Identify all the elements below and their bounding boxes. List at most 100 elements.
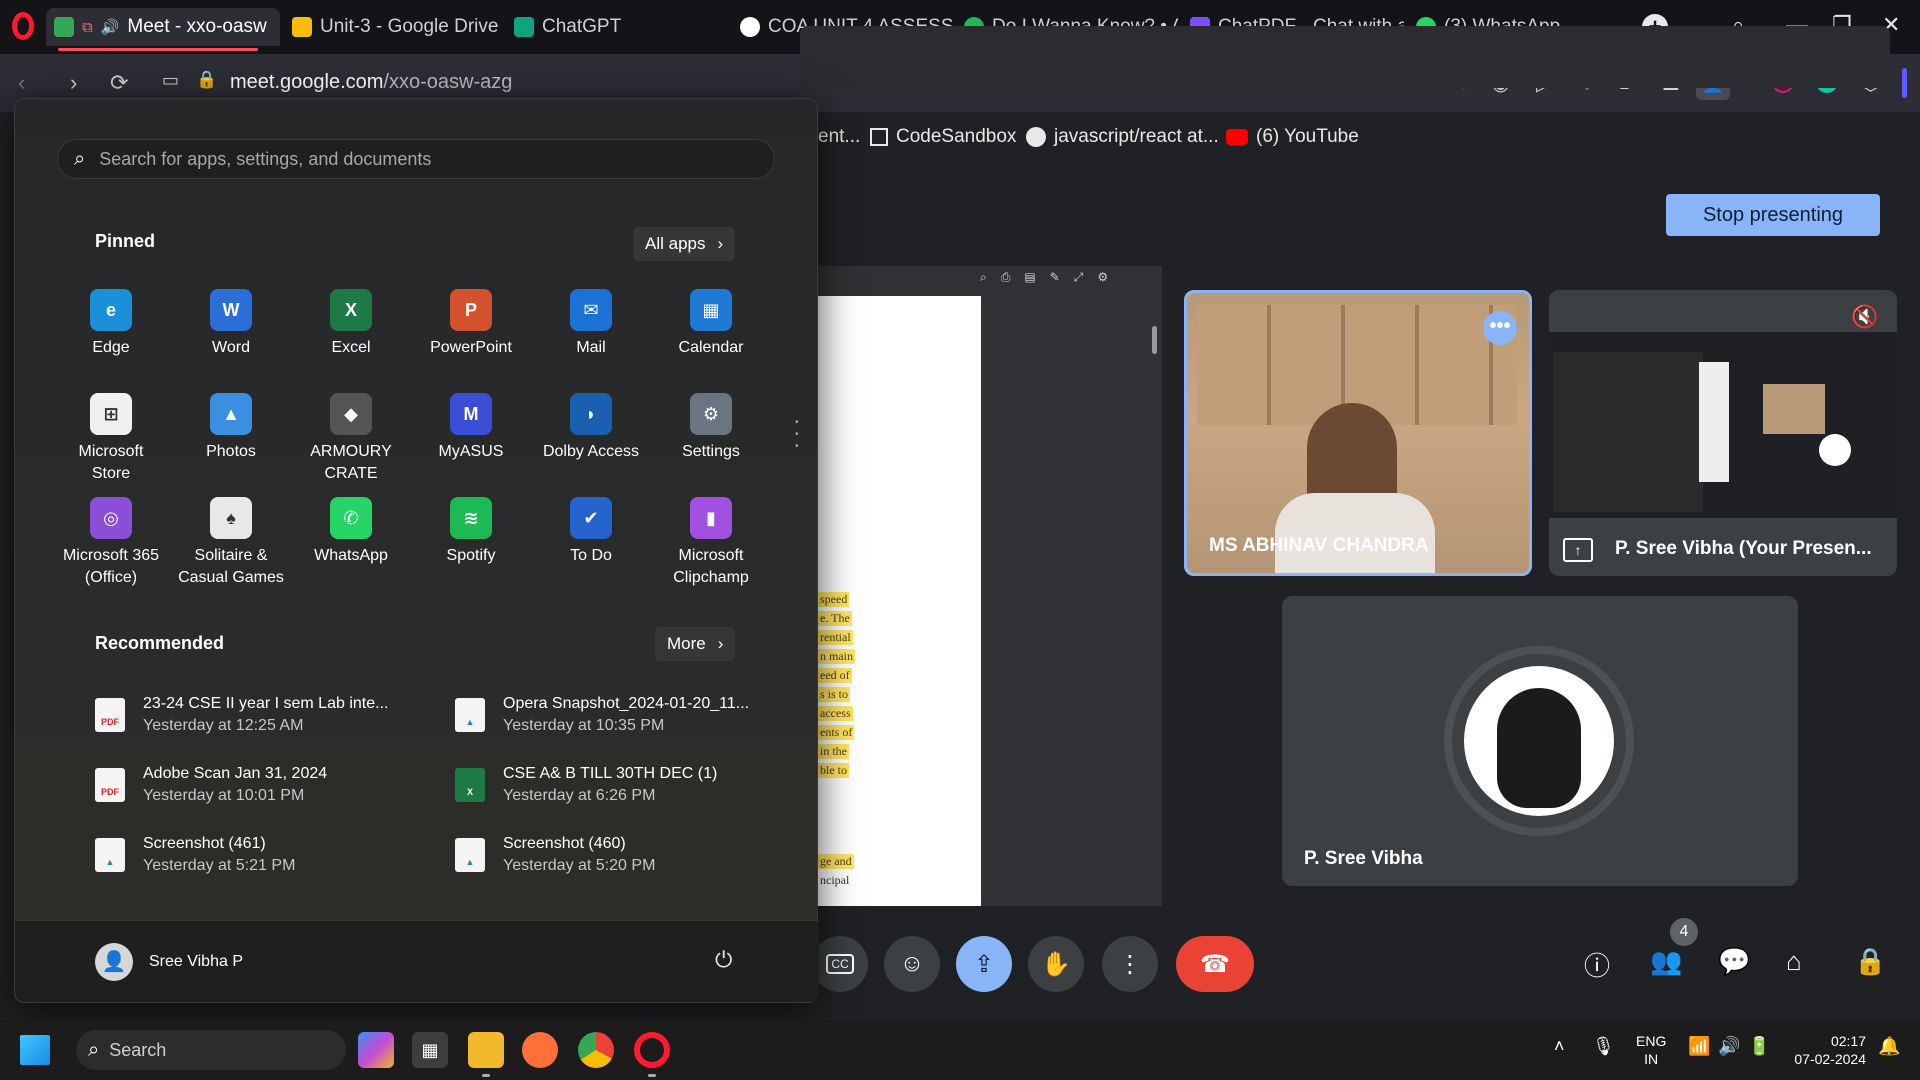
url-field[interactable]: meet.google.com/xxo-oasw-azg [230, 71, 512, 94]
pinned-app-excel[interactable]: X Excel [293, 289, 409, 359]
globe-favicon-icon [740, 17, 760, 37]
pinned-app-spotify[interactable]: ≋ Spotify [413, 497, 529, 567]
speaker-icon[interactable]: 🔊 [101, 18, 120, 36]
camera-access-icon[interactable]: ▭ [162, 70, 179, 91]
spotify-icon: ≋ [450, 497, 492, 539]
copilot-icon[interactable] [358, 1032, 394, 1068]
pinned-app-microsoft[interactable]: ⊞ Microsoft Store [53, 393, 169, 485]
show-hidden-icons[interactable]: ˄ [1554, 1036, 1565, 1057]
battery-icon[interactable]: 🔋 [1748, 1036, 1770, 1057]
pinned-app-armoury[interactable]: ◆ ARMOURY CRATE [293, 393, 409, 485]
recommended-item[interactable]: PDF Adobe Scan Jan 31, 2024 Yesterday at 1… [95, 757, 445, 813]
recommended-file-name: Adobe Scan Jan 31, 2024 [143, 765, 328, 782]
pinned-app-microsoft-365[interactable]: ◎ Microsoft 365 (Office) [53, 497, 169, 589]
recommended-item[interactable]: ▲ Screenshot (461) Yesterday at 5:21 PM [95, 827, 445, 883]
start-search-box[interactable]: ⌕ [57, 139, 775, 179]
recommended-item[interactable]: ▲ Screenshot (460) Yesterday at 5:20 PM [455, 827, 805, 883]
chrome-icon[interactable] [578, 1032, 614, 1068]
bookmark-codesandbox[interactable]: CodeSandbox [870, 126, 1016, 148]
more-options-icon[interactable]: ••• [1483, 311, 1517, 345]
mail-icon: ✉ [570, 289, 612, 331]
pinned-app-myasus[interactable]: M MyASUS [413, 393, 529, 463]
highlight-text: access [818, 706, 853, 721]
doc-scrollbar[interactable] [1152, 326, 1157, 354]
all-apps-button[interactable]: All apps › [633, 227, 736, 261]
file-explorer-icon[interactable] [468, 1032, 504, 1068]
thumb-start-menu [1553, 352, 1703, 512]
participant-tile-abhinav[interactable]: ••• MS ABHINAV CHANDRA [1184, 290, 1532, 576]
reload-icon[interactable]: ⟳ [110, 70, 128, 96]
pinned-app-word[interactable]: W Word [173, 289, 289, 359]
pinned-app-mail[interactable]: ✉ Mail [533, 289, 649, 359]
microphone-icon[interactable]: 🎙 [1592, 1036, 1615, 1057]
user-avatar-icon: 👤 [95, 943, 133, 981]
more-button[interactable]: More › [655, 627, 736, 661]
dolby-access-icon: ◗ [570, 393, 612, 435]
meeting-info-icon[interactable]: ⓘ [1584, 946, 1610, 983]
more-options-button[interactable]: ⋮ [1102, 936, 1158, 992]
host-controls-icon[interactable]: 🔒 [1854, 946, 1886, 977]
stop-presenting-button[interactable]: Stop presenting [1666, 194, 1880, 236]
pinned-app-powerpoint[interactable]: P PowerPoint [413, 289, 529, 359]
page-indicator-dots[interactable]: • • • [795, 417, 801, 453]
power-icon[interactable]: ⏻ [715, 947, 732, 973]
pinned-app-edge[interactable]: e Edge [53, 289, 169, 359]
bookmark-youtube[interactable]: (6) YouTube [1226, 126, 1359, 148]
raise-hand-button[interactable]: ✋ [1028, 936, 1084, 992]
windows-start-icon[interactable] [20, 1035, 50, 1065]
url-domain: meet.google.com [230, 71, 384, 93]
bookmark-label: javascript/react at... [1054, 126, 1219, 147]
pinned-app-to-do[interactable]: ✔ To Do [533, 497, 649, 567]
pinned-app-label: Calendar [678, 339, 744, 356]
back-icon[interactable]: ‹ [18, 70, 25, 96]
pinned-app-calendar[interactable]: ▦ Calendar [653, 289, 769, 359]
pinned-app-whatsapp[interactable]: ✆ WhatsApp [293, 497, 409, 567]
recommended-title: Recommended [95, 633, 225, 653]
recommended-item[interactable]: ▲ Opera Snapshot_2024-01-20_11... Yesterda… [455, 687, 805, 743]
pinned-app-label: Photos [206, 443, 256, 460]
thumb-doc [1699, 362, 1729, 482]
opera-logo-icon[interactable] [12, 12, 34, 40]
volume-icon[interactable]: 🔊 [1718, 1036, 1740, 1057]
forward-icon[interactable]: › [70, 70, 77, 96]
active-tab-indicator [58, 48, 258, 51]
people-icon[interactable]: 👥 [1650, 946, 1682, 977]
thumb-avatar [1819, 434, 1851, 466]
language-indicator[interactable]: ENG IN [1636, 1032, 1666, 1068]
reactions-button[interactable]: ☺ [884, 936, 940, 992]
present-button[interactable]: ⇪ [956, 936, 1012, 992]
participant-tile-sree-vibha[interactable]: P. Sree Vibha [1282, 596, 1798, 886]
user-account-button[interactable]: 👤 Sree Vibha P [95, 943, 243, 981]
calculator-icon[interactable]: ▦ [412, 1032, 448, 1068]
bookmark-github[interactable]: javascript/react at... [1026, 126, 1219, 148]
chat-icon[interactable]: 💬 [1718, 946, 1750, 977]
notification-bell-icon[interactable]: 🔔 [1878, 1036, 1900, 1057]
opera-icon[interactable] [634, 1032, 670, 1068]
recommended-file-time: Yesterday at 10:01 PM [143, 787, 305, 804]
start-search-input[interactable] [99, 148, 740, 170]
clock[interactable]: 02:17 07-02-2024 [1786, 1032, 1866, 1068]
recommended-item[interactable]: PDF 23-24 CSE II year I sem Lab inte... Ye… [95, 687, 445, 743]
recommended-item[interactable]: X CSE A& B TILL 30TH DEC (1) Yesterday at … [455, 757, 805, 813]
pinned-app-solitaire-[interactable]: ♠ Solitaire & Casual Games [173, 497, 289, 589]
recommended-file-name: 23-24 CSE II year I sem Lab inte... [143, 695, 389, 712]
leave-call-button[interactable]: ☎ [1176, 936, 1254, 992]
bookmark-item[interactable]: ent... [818, 126, 860, 148]
tab-meet[interactable]: ⧉ 🔊 Meet - xxo-oasw [46, 8, 280, 46]
captions-button[interactable]: CC [812, 936, 868, 992]
image-file-icon: ▲ [455, 838, 485, 872]
pinned-app-photos[interactable]: ▲ Photos [173, 393, 289, 463]
chevron-right-icon: › [717, 634, 724, 653]
tab-google-drive[interactable]: Unit-3 - Google Drive [284, 8, 500, 46]
activities-icon[interactable]: ⌂ [1786, 946, 1802, 977]
taskbar-search-box[interactable]: ⌕ Search [76, 1030, 346, 1070]
pinned-app-settings[interactable]: ⚙ Settings [653, 393, 769, 463]
pinned-app-dolby-access[interactable]: ◗ Dolby Access [533, 393, 649, 463]
recommended-file-time: Yesterday at 5:21 PM [143, 857, 296, 874]
search-icon: ⌕ [88, 1038, 100, 1061]
firefox-icon[interactable] [522, 1032, 558, 1068]
pinned-app-microsoft[interactable]: ▮ Microsoft Clipchamp [653, 497, 769, 589]
participant-tile-presentation[interactable]: 🔇 ↑ P. Sree Vibha (Your Presen... [1549, 290, 1897, 576]
wifi-icon[interactable]: 📶 [1688, 1036, 1710, 1057]
tab-chatgpt[interactable]: ChatGPT [506, 8, 726, 46]
